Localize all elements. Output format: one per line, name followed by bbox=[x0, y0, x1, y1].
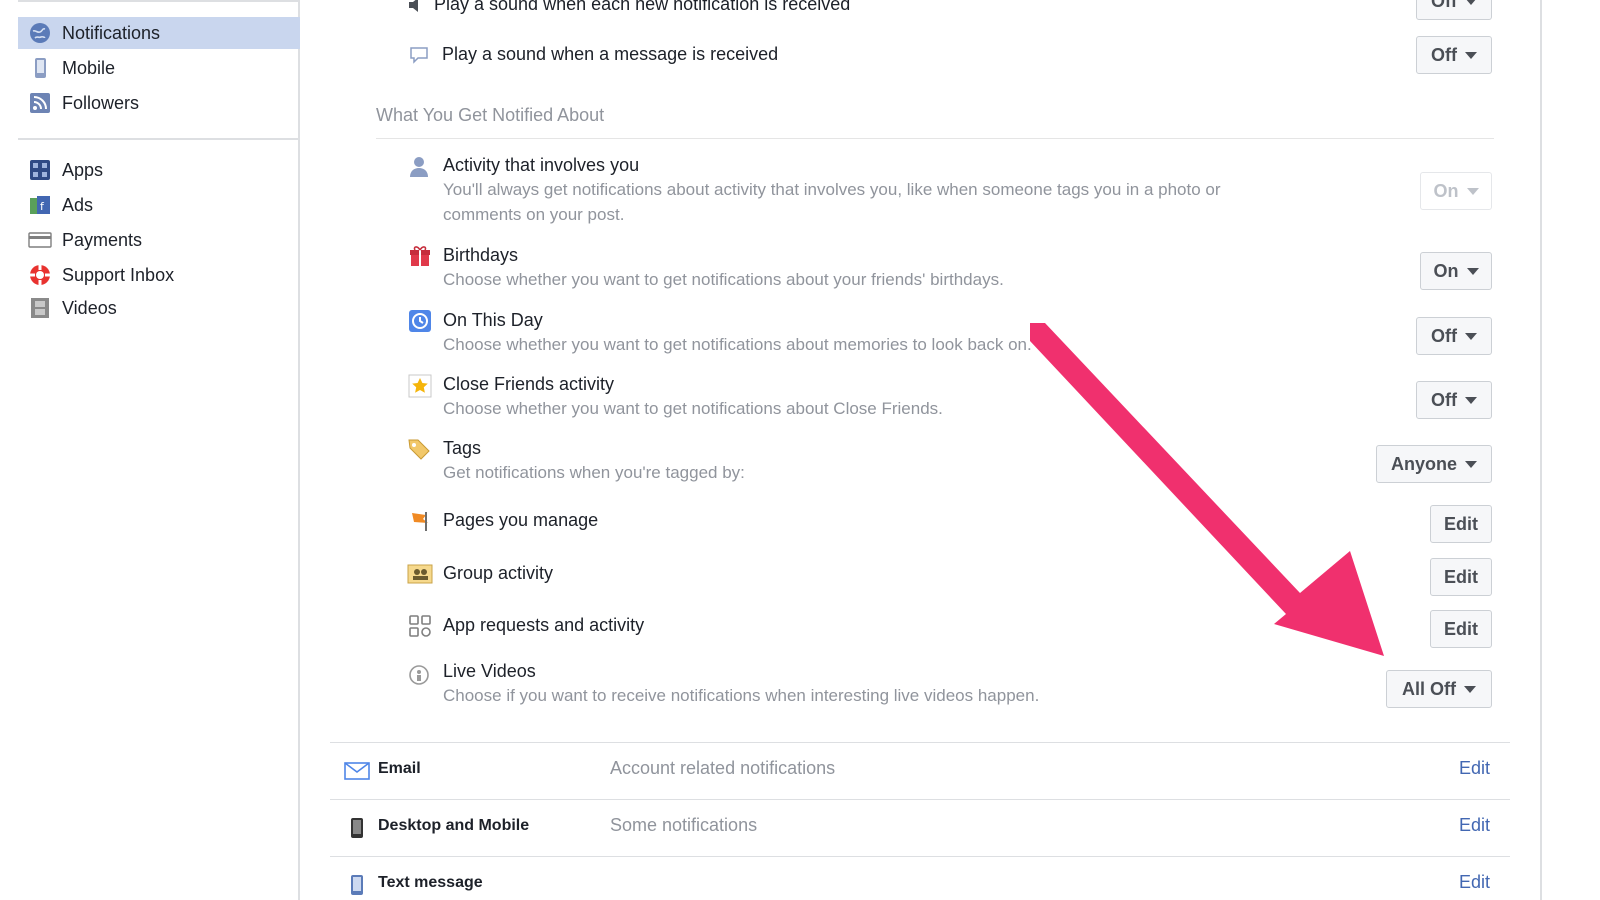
channel-desc: Some notifications bbox=[610, 815, 758, 835]
sidebar-item-label: Support Inbox bbox=[62, 264, 175, 285]
sound-notification-dropdown[interactable]: Off bbox=[1416, 0, 1492, 20]
globe-icon bbox=[28, 21, 52, 45]
notify-tags-title: Tags bbox=[443, 438, 482, 458]
chevron-down-icon bbox=[1465, 51, 1477, 59]
sidebar-item-support-inbox[interactable]: Support Inbox bbox=[18, 259, 300, 291]
notify-group-edit-button[interactable]: Edit bbox=[1430, 558, 1492, 596]
sidebar-item-videos[interactable]: Videos bbox=[18, 292, 300, 324]
envelope-icon bbox=[344, 759, 370, 783]
sidebar-item-notifications[interactable]: Notifications bbox=[18, 17, 300, 49]
notify-on-this-day-dropdown[interactable]: Off bbox=[1416, 317, 1492, 355]
channel-row-text-message: Text message Edit bbox=[330, 856, 1510, 900]
sidebar-item-mobile[interactable]: Mobile bbox=[18, 52, 300, 84]
notify-close-friends-desc: Choose whether you want to get notificat… bbox=[443, 399, 943, 418]
sidebar-item-label: Videos bbox=[62, 297, 117, 318]
notify-on-this-day-title: On This Day bbox=[443, 310, 543, 330]
notify-birthdays-dropdown[interactable]: On bbox=[1420, 252, 1492, 290]
sidebar-divider bbox=[18, 138, 300, 140]
notify-birthdays-desc: Choose whether you want to get notificat… bbox=[443, 270, 1004, 289]
notify-birthdays-title: Birthdays bbox=[443, 245, 519, 265]
section-title: What You Get Notified About bbox=[376, 105, 605, 125]
sound-message-label: Play a sound when a message is received bbox=[442, 44, 779, 64]
arrow-shape bbox=[1030, 323, 1384, 656]
chevron-down-icon bbox=[1466, 267, 1479, 275]
channel-row-email: Email Account related notifications Edit bbox=[330, 742, 1510, 798]
notify-activity-dropdown: On bbox=[1420, 172, 1492, 210]
channel-text-message-edit-link[interactable]: Edit bbox=[1459, 872, 1490, 893]
sidebar-item-payments[interactable]: Payments bbox=[18, 224, 300, 256]
sidebar-item-label: Mobile bbox=[62, 57, 116, 78]
notify-on-this-day-desc: Choose whether you want to get notificat… bbox=[443, 335, 1032, 354]
sidebar-top-divider bbox=[18, 0, 300, 2]
app-grid-icon bbox=[407, 613, 433, 639]
content-right-border bbox=[1540, 0, 1542, 900]
sound-notification-label: Play a sound when each new notification … bbox=[434, 0, 851, 14]
group-icon bbox=[407, 561, 433, 587]
notify-activity-desc: You'll always get notifications about ac… bbox=[443, 180, 1221, 199]
sidebar-item-label: Payments bbox=[62, 229, 143, 250]
notify-live-videos-desc: Choose if you want to receive notificati… bbox=[443, 686, 1040, 705]
rss-icon bbox=[28, 91, 52, 115]
clock-history-icon bbox=[407, 308, 433, 334]
chevron-down-icon bbox=[1465, 0, 1477, 5]
film-icon bbox=[28, 296, 52, 320]
sidebar-item-label: Ads bbox=[62, 194, 94, 215]
channel-desktop-mobile-edit-link[interactable]: Edit bbox=[1459, 815, 1490, 836]
chevron-down-icon bbox=[1465, 396, 1477, 404]
notify-pages-edit-button[interactable]: Edit bbox=[1430, 505, 1492, 543]
phone-icon bbox=[344, 816, 370, 840]
speaker-icon bbox=[404, 0, 430, 18]
notify-tags-desc: Get notifications when you're tagged by: bbox=[443, 463, 745, 482]
sidebar-item-label: Apps bbox=[62, 159, 104, 180]
sidebar-item-followers[interactable]: Followers bbox=[18, 87, 300, 119]
notify-live-videos-title: Live Videos bbox=[443, 661, 536, 681]
flag-icon bbox=[408, 508, 434, 534]
settings-sidebar: Notifications Mobile Followers Apps f Ad… bbox=[0, 0, 300, 900]
live-video-icon bbox=[406, 662, 432, 688]
notify-app-requests-title: App requests and activity bbox=[443, 615, 645, 635]
sound-message-dropdown[interactable]: Off bbox=[1416, 36, 1492, 74]
chevron-down-icon bbox=[1465, 332, 1477, 340]
notify-group-title: Group activity bbox=[443, 563, 554, 583]
message-bubble-icon bbox=[406, 42, 432, 68]
channel-label: Desktop and Mobile bbox=[378, 817, 530, 834]
notify-pages-title: Pages you manage bbox=[443, 510, 599, 530]
channel-email-edit-link[interactable]: Edit bbox=[1459, 758, 1490, 779]
chevron-down-icon bbox=[1465, 460, 1477, 468]
person-icon bbox=[406, 154, 432, 180]
notify-app-requests-edit-button[interactable]: Edit bbox=[1430, 610, 1492, 648]
star-icon bbox=[407, 373, 433, 399]
lifebuoy-icon bbox=[28, 263, 52, 287]
notify-tags-dropdown[interactable]: Anyone bbox=[1376, 445, 1492, 483]
apps-icon bbox=[28, 158, 52, 182]
channel-label: Text message bbox=[378, 874, 483, 891]
credit-card-icon bbox=[28, 228, 52, 252]
sms-phone-icon bbox=[344, 873, 370, 897]
sidebar-item-ads[interactable]: f Ads bbox=[18, 189, 300, 221]
channel-label: Email bbox=[378, 760, 421, 777]
notify-close-friends-title: Close Friends activity bbox=[443, 374, 615, 394]
channel-desc: Account related notifications bbox=[610, 758, 836, 778]
chevron-down-icon bbox=[1464, 685, 1476, 693]
sidebar-item-label: Followers bbox=[62, 92, 140, 113]
notify-close-friends-dropdown[interactable]: Off bbox=[1416, 381, 1492, 419]
notify-activity-desc-2: comments on your post. bbox=[443, 205, 625, 224]
channel-row-desktop-mobile: Desktop and Mobile Some notifications Ed… bbox=[330, 799, 1510, 855]
notify-activity-title: Activity that involves you bbox=[443, 155, 640, 175]
tag-icon bbox=[406, 436, 432, 462]
ads-icon: f bbox=[28, 193, 52, 217]
section-divider bbox=[376, 138, 1494, 139]
notify-live-videos-dropdown[interactable]: All Off bbox=[1386, 670, 1492, 708]
sidebar-item-label: Notifications bbox=[62, 22, 161, 43]
mobile-icon bbox=[28, 56, 52, 80]
gift-icon bbox=[407, 243, 433, 269]
sidebar-item-apps[interactable]: Apps bbox=[18, 154, 300, 186]
chevron-down-icon bbox=[1466, 187, 1479, 195]
